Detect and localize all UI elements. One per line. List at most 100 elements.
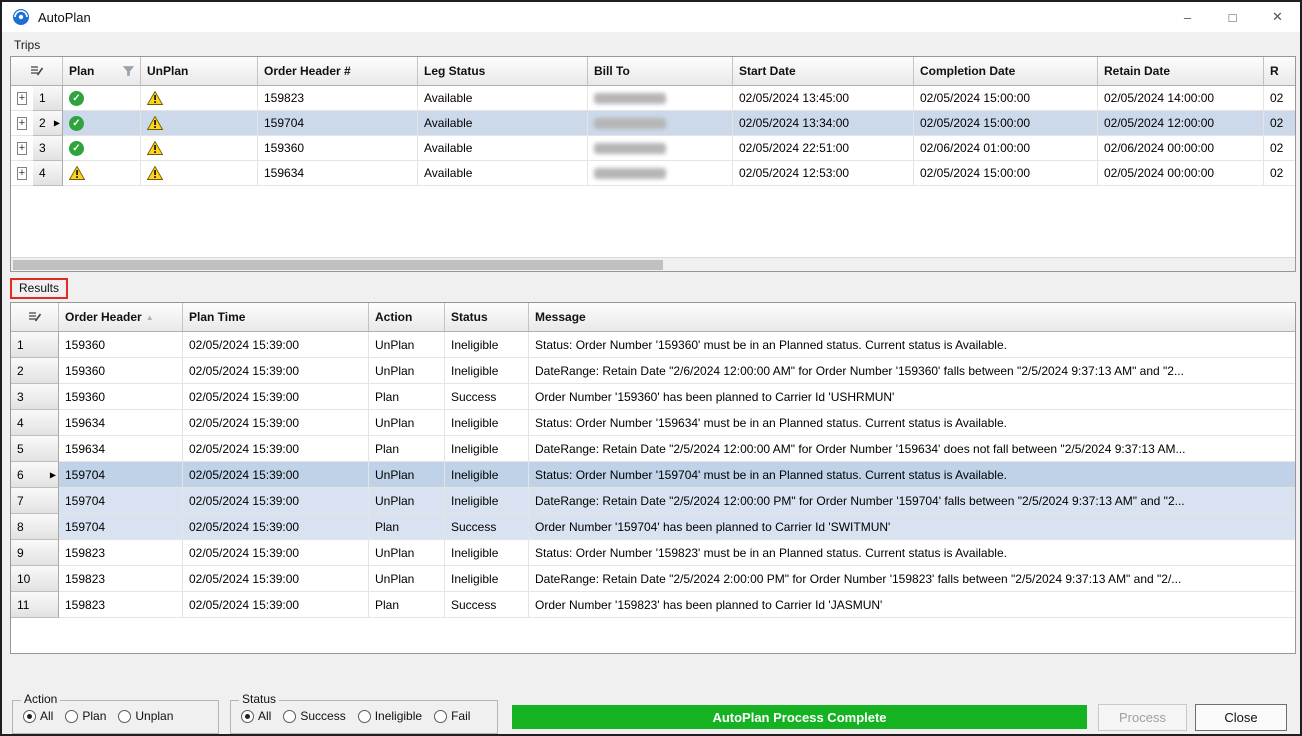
radio-circle-icon [241,710,254,723]
results-col-order-header[interactable]: Order Header ▲ [59,303,183,331]
order-header-cell: 159704 [59,462,183,488]
row-number-cell[interactable]: 2 [11,358,59,384]
expand-cell[interactable]: + [11,111,33,136]
status-cell: Success [445,592,529,618]
message-cell: Status: Order Number '159823' must be in… [529,540,1295,566]
radio-fail[interactable]: Fail [434,709,470,723]
row-number-cell[interactable]: 4 [33,161,63,186]
row-number-cell[interactable]: 3 [33,136,63,161]
trips-row-indicator-header[interactable] [11,57,63,85]
maximize-button[interactable]: □ [1210,2,1255,32]
results-row[interactable]: 6▶15970402/05/2024 15:39:00UnPlanIneligi… [11,462,1295,488]
expand-cell[interactable]: + [11,161,33,186]
trips-col-unplan[interactable]: UnPlan [141,57,258,85]
trips-col-completion-date[interactable]: Completion Date [914,57,1098,85]
results-row[interactable]: 1015982302/05/2024 15:39:00UnPlanIneligi… [11,566,1295,592]
results-row-indicator-header[interactable] [11,303,59,331]
results-col-action[interactable]: Action [369,303,445,331]
horizontal-scrollbar[interactable] [11,257,1295,271]
message-cell: DateRange: Retain Date "2/5/2024 2:00:00… [529,566,1295,592]
results-row[interactable]: 815970402/05/2024 15:39:00PlanSuccessOrd… [11,514,1295,540]
results-row[interactable]: 415963402/05/2024 15:39:00UnPlanIneligib… [11,410,1295,436]
row-number-cell[interactable]: 4 [11,410,59,436]
results-col-order-label: Order Header [65,310,142,324]
minimize-button[interactable]: – [1165,2,1210,32]
trips-col-bill-to[interactable]: Bill To [588,57,733,85]
expand-cell[interactable]: + [11,86,33,111]
status-cell: Ineligible [445,436,529,462]
status-filter-group: Status AllSuccessIneligibleFail [230,700,498,734]
filter-icon[interactable] [123,66,134,76]
plan-time-cell: 02/05/2024 15:39:00 [183,358,369,384]
results-row[interactable]: 915982302/05/2024 15:39:00UnPlanIneligib… [11,540,1295,566]
row-number-cell[interactable]: 10 [11,566,59,592]
trips-col-plan[interactable]: Plan [63,57,141,85]
row-number-cell[interactable]: 3 [11,384,59,410]
radio-all[interactable]: All [241,709,271,723]
action-cell: UnPlan [369,462,445,488]
redacted-bill-to [594,143,666,154]
row-number-cell[interactable]: 9 [11,540,59,566]
plan-time-cell: 02/05/2024 15:39:00 [183,566,369,592]
expand-cell[interactable]: + [11,136,33,161]
trips-col-leg-status[interactable]: Leg Status [418,57,588,85]
scrollbar-thumb[interactable] [13,260,663,270]
expand-plus-icon[interactable]: + [17,167,27,180]
results-grid: Order Header ▲ Plan Time Action Status M… [10,302,1296,654]
order-header-cell: 159823 [59,592,183,618]
results-group-label: Results [19,281,59,295]
plan-status-cell: ✓ [63,111,141,136]
action-cell: UnPlan [369,410,445,436]
order-header-cell: 159704 [258,111,418,136]
results-row[interactable]: 315936002/05/2024 15:39:00PlanSuccessOrd… [11,384,1295,410]
trips-col-start-date[interactable]: Start Date [733,57,914,85]
row-number-cell[interactable]: 5 [11,436,59,462]
row-number-cell[interactable]: 6▶ [11,462,59,488]
trips-col-clipped[interactable]: R [1264,57,1295,85]
radio-circle-icon [118,710,131,723]
trips-row[interactable]: +2▶✓159704Available02/05/2024 13:34:0002… [11,111,1295,136]
expand-plus-icon[interactable]: + [17,142,27,155]
expand-plus-icon[interactable]: + [17,92,27,105]
trips-row[interactable]: +4159634Available02/05/2024 12:53:0002/0… [11,161,1295,186]
radio-plan[interactable]: Plan [65,709,106,723]
close-action-button[interactable]: Close [1195,704,1287,731]
trips-col-retain-date[interactable]: Retain Date [1098,57,1264,85]
order-header-cell: 159823 [59,540,183,566]
results-row[interactable]: 215936002/05/2024 15:39:00UnPlanIneligib… [11,358,1295,384]
results-row[interactable]: 115936002/05/2024 15:39:00UnPlanIneligib… [11,332,1295,358]
action-cell: UnPlan [369,332,445,358]
row-number-cell[interactable]: 7 [11,488,59,514]
results-col-plan-time[interactable]: Plan Time [183,303,369,331]
row-number-cell[interactable]: 11 [11,592,59,618]
plan-time-cell: 02/05/2024 15:39:00 [183,462,369,488]
process-button[interactable]: Process [1098,704,1187,731]
row-number-cell[interactable]: 1 [33,86,63,111]
trips-row[interactable]: +3✓159360Available02/05/2024 22:51:0002/… [11,136,1295,161]
radio-all[interactable]: All [23,709,53,723]
expand-plus-icon[interactable]: + [17,117,27,130]
completion-date-cell: 02/06/2024 01:00:00 [914,136,1098,161]
radio-label: Plan [82,709,106,723]
radio-unplan[interactable]: Unplan [118,709,173,723]
bill-to-cell [588,161,733,186]
message-cell: Status: Order Number '159634' must be in… [529,410,1295,436]
clipped-cell: 02 [1264,111,1295,136]
row-number-cell[interactable]: 1 [11,332,59,358]
results-row[interactable]: 1115982302/05/2024 15:39:00PlanSuccessOr… [11,592,1295,618]
results-col-status[interactable]: Status [445,303,529,331]
trips-col-order-header[interactable]: Order Header # [258,57,418,85]
results-col-message[interactable]: Message [529,303,1295,331]
results-row[interactable]: 715970402/05/2024 15:39:00UnPlanIneligib… [11,488,1295,514]
trips-row[interactable]: +1✓159823Available02/05/2024 13:45:0002/… [11,86,1295,111]
order-header-cell: 159823 [59,566,183,592]
close-window-button[interactable]: ✕ [1255,2,1300,32]
radio-success[interactable]: Success [283,709,345,723]
radio-ineligible[interactable]: Ineligible [358,709,422,723]
warning-icon [147,141,163,155]
row-number-cell[interactable]: 2▶ [33,111,63,136]
row-number-cell[interactable]: 8 [11,514,59,540]
results-row[interactable]: 515963402/05/2024 15:39:00PlanIneligible… [11,436,1295,462]
plan-time-cell: 02/05/2024 15:39:00 [183,514,369,540]
leg-status-cell: Available [418,111,588,136]
